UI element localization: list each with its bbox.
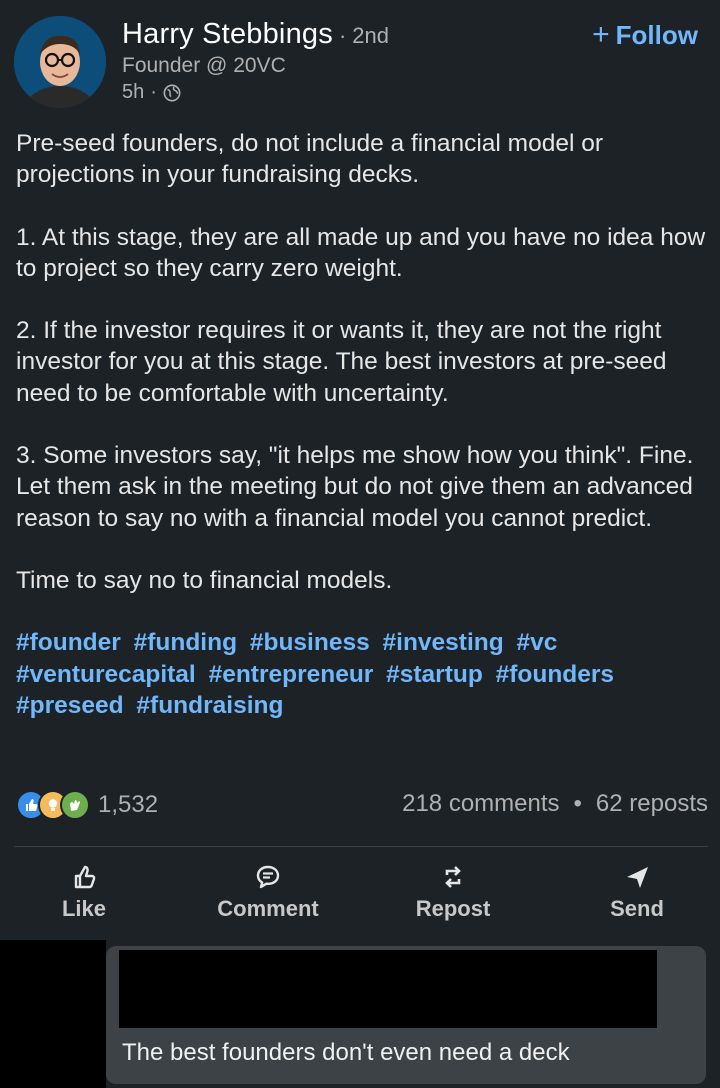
repost-arrows-icon xyxy=(445,866,461,888)
comments-count[interactable]: 218 comments xyxy=(402,790,559,817)
hashtag-link[interactable]: #vc xyxy=(517,629,558,656)
hashtag-link[interactable]: #funding xyxy=(134,629,237,656)
send-button[interactable]: Send xyxy=(567,862,707,922)
feed-post: Harry Stebbings · 2nd Founder @ 20VC 5h · … xyxy=(0,0,720,940)
name-separator: · xyxy=(338,23,347,48)
follow-label: Follow xyxy=(615,20,698,50)
plus-icon: + xyxy=(592,18,610,51)
actions-divider xyxy=(14,846,708,847)
redacted-avatar-area xyxy=(0,940,106,1088)
comment-preview[interactable]: The best founders don't even need a deck xyxy=(106,946,706,1084)
post-meta: 5h · xyxy=(122,81,181,104)
stats-separator: • xyxy=(573,790,582,817)
send-label: Send xyxy=(610,896,664,921)
author-avatar[interactable] xyxy=(14,16,106,108)
post-paragraph: 1. At this stage, they are all made up a… xyxy=(16,223,706,282)
like-button[interactable]: Like xyxy=(14,862,154,922)
post-paragraph: Time to say no to financial models. xyxy=(16,566,393,594)
post-paragraph: Pre-seed founders, do not include a fina… xyxy=(16,130,603,189)
thumbs-up-icon xyxy=(74,865,96,889)
hashtag-link[interactable]: #investing xyxy=(383,629,504,656)
post-paragraph: 2. If the investor requires it or wants … xyxy=(16,317,667,407)
comment-text: The best founders don't even need a deck xyxy=(122,1039,570,1066)
hashtag-link[interactable]: #venturecapital xyxy=(16,661,196,688)
repost-button[interactable]: Repost xyxy=(383,862,523,922)
follow-button[interactable]: + Follow xyxy=(592,18,698,52)
like-label: Like xyxy=(61,896,107,921)
hashtag-link[interactable]: #preseed xyxy=(16,692,124,719)
hashtag-list: #founder #funding #business #investing #… xyxy=(16,627,711,721)
author-name-line: Harry Stebbings · 2nd xyxy=(122,18,389,51)
comment-button[interactable]: Comment xyxy=(198,862,338,922)
hashtag-link[interactable]: #fundraising xyxy=(136,692,283,719)
action-bar: Like Comment Repost Send xyxy=(0,850,720,930)
post-paragraph: 3. Some investors say, "it helps me show… xyxy=(16,442,694,532)
hashtag-link[interactable]: #founders xyxy=(496,661,614,688)
post-header: Harry Stebbings · 2nd Founder @ 20VC 5h · … xyxy=(14,14,706,110)
redacted-commenter-block xyxy=(119,950,657,1028)
hashtag-link[interactable]: #startup xyxy=(386,661,483,688)
post-time: 5h xyxy=(122,81,145,103)
send-arrow-icon xyxy=(627,867,648,888)
social-counts: 1,532 218 comments • 62 reposts xyxy=(16,790,708,822)
reaction-count: 1,532 xyxy=(98,791,159,818)
meta-separator: · xyxy=(150,81,157,103)
hashtag-link[interactable]: #business xyxy=(250,629,370,656)
reactions-summary[interactable]: 1,532 xyxy=(16,790,158,820)
author-headline: Founder @ 20VC xyxy=(122,54,286,77)
globe-icon xyxy=(163,84,181,101)
author-name[interactable]: Harry Stebbings xyxy=(122,18,333,50)
author-photo-icon xyxy=(14,16,106,108)
hashtag-link[interactable]: #entrepreneur xyxy=(209,661,374,688)
comment-label: Comment xyxy=(217,896,319,921)
hashtag-link[interactable]: #founder xyxy=(16,629,121,656)
post-body: Pre-seed founders, do not include a fina… xyxy=(16,128,711,721)
reposts-count[interactable]: 62 reposts xyxy=(596,790,708,817)
repost-label: Repost xyxy=(415,896,491,921)
comment-bubble-icon xyxy=(256,865,280,889)
engagement-links: 218 comments • 62 reposts xyxy=(402,790,708,818)
connection-degree: 2nd xyxy=(352,23,389,48)
celebrate-reaction-icon xyxy=(60,790,90,820)
